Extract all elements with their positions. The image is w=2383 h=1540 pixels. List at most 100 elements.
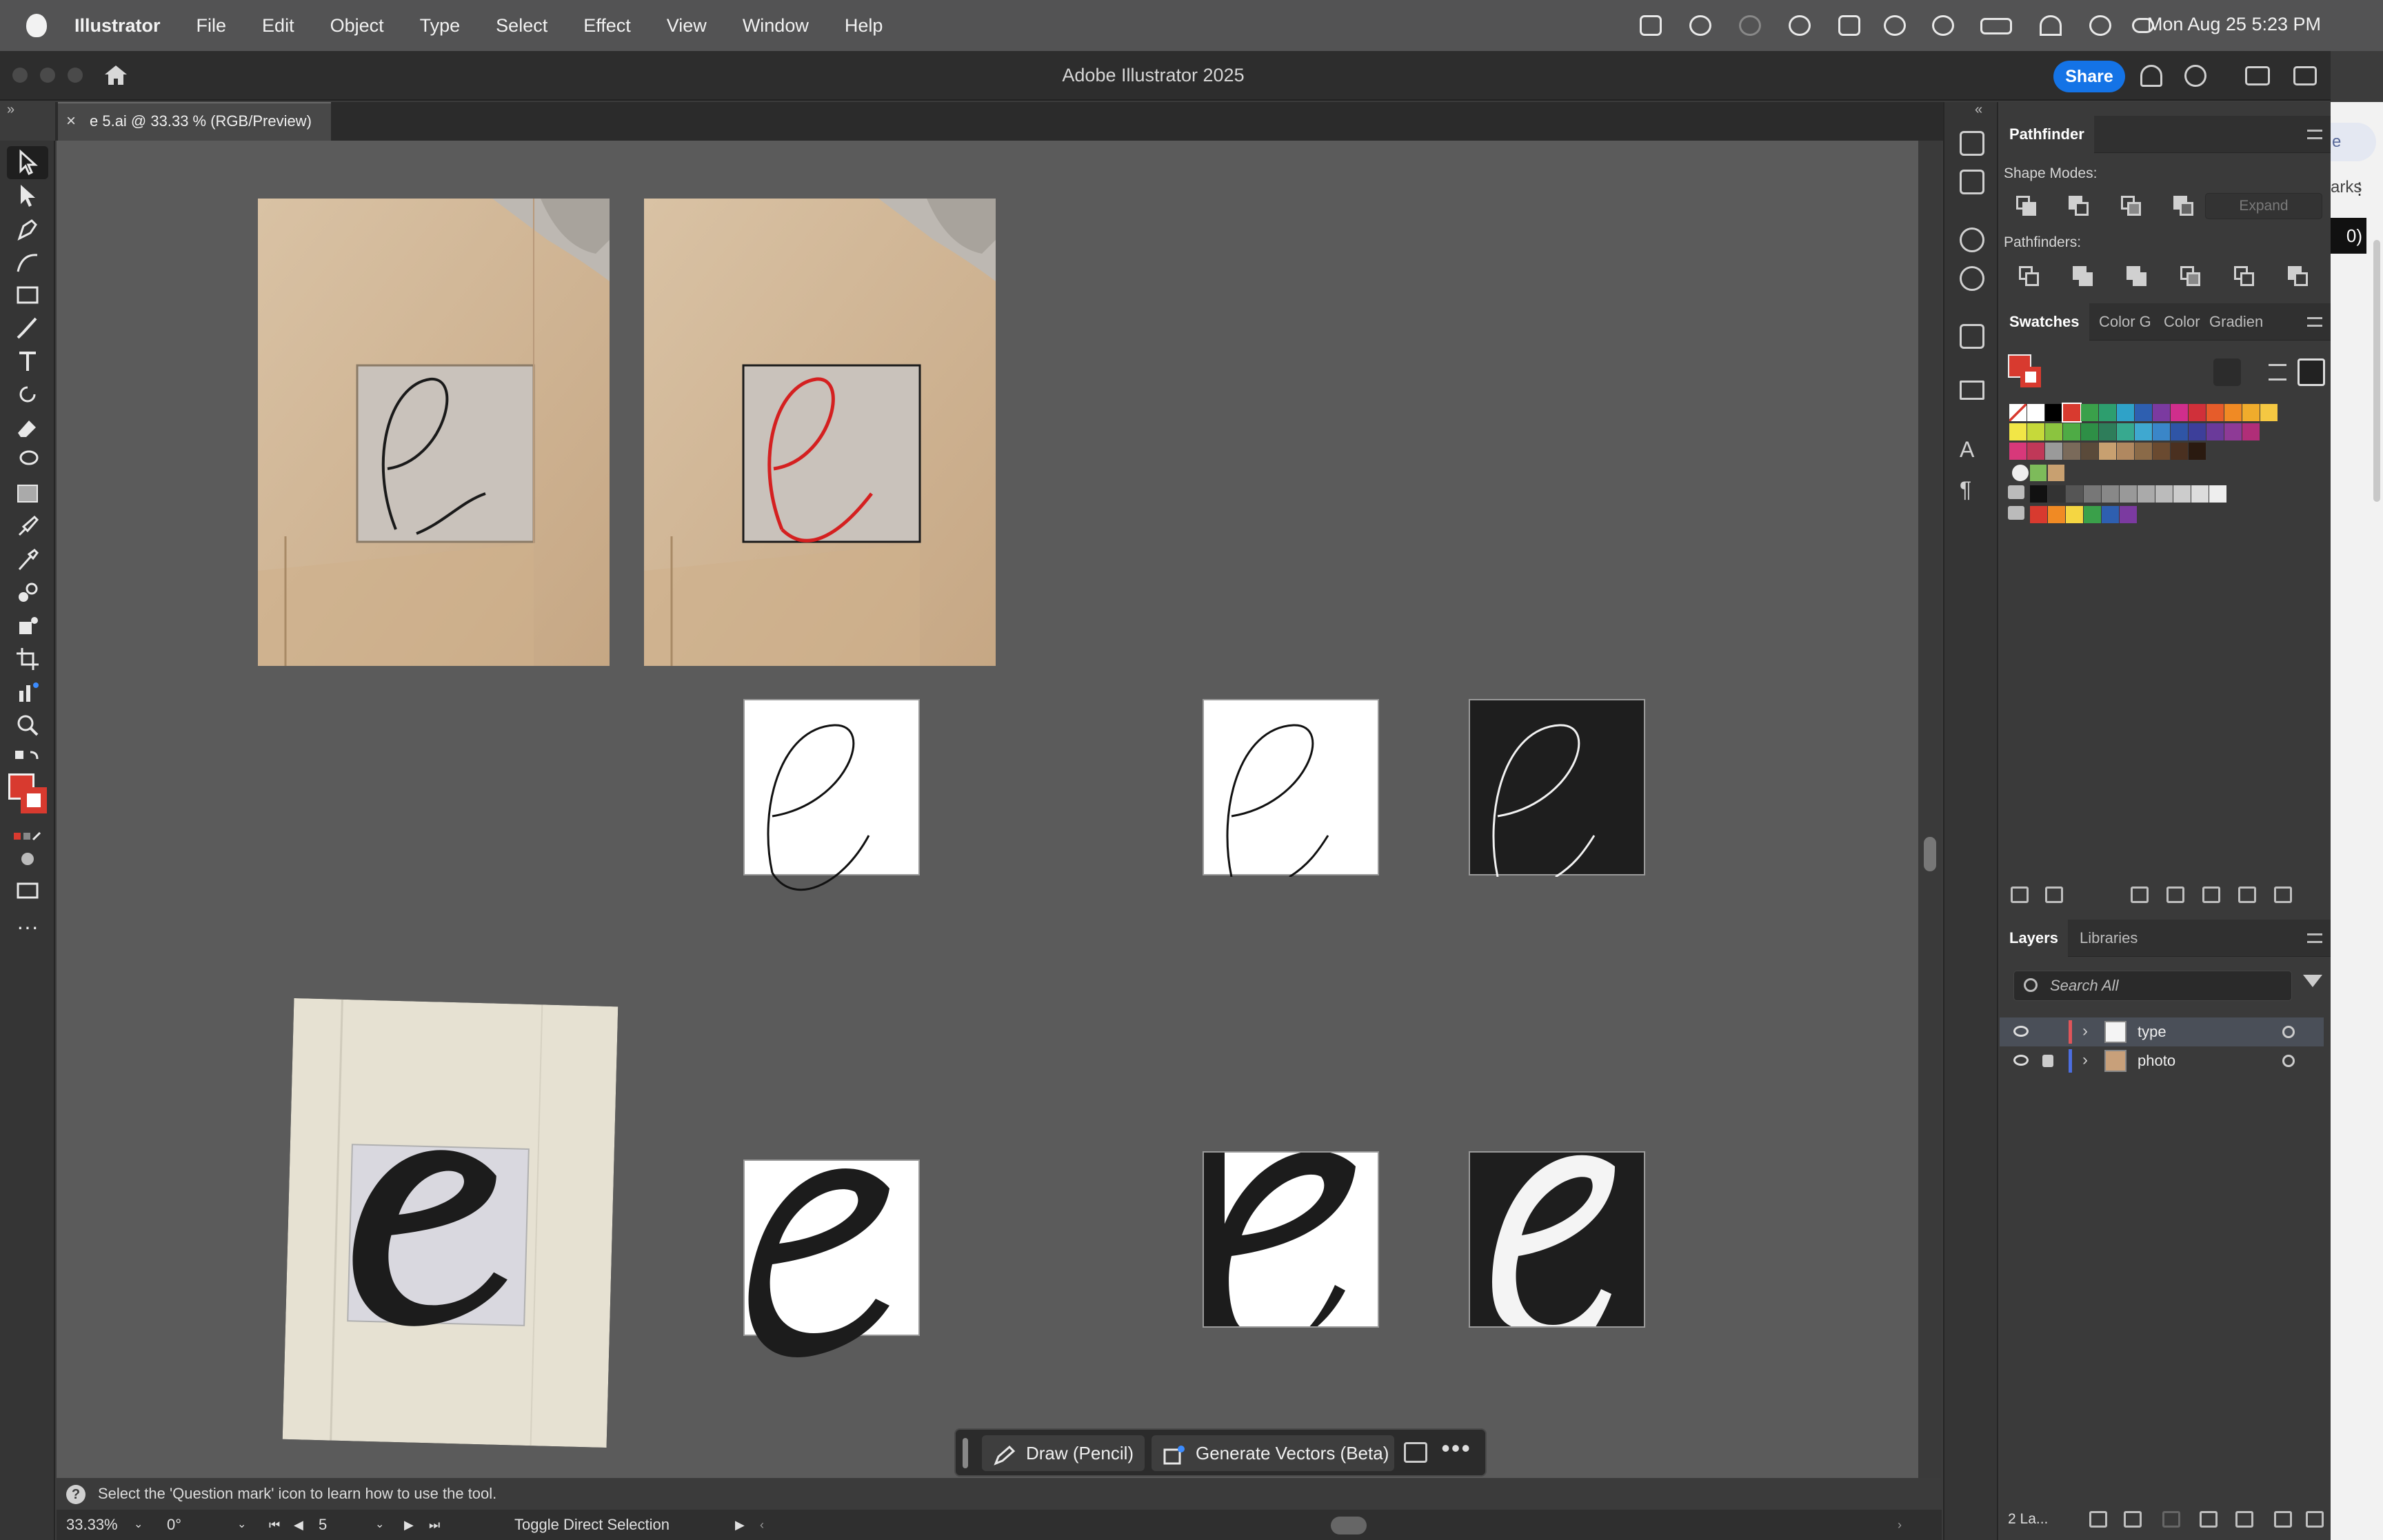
- tab-pathfinder[interactable]: Pathfinder: [2000, 116, 2094, 153]
- divide-icon[interactable]: [2019, 266, 2040, 287]
- color-swatch[interactable]: [2009, 443, 2027, 460]
- filled-e-artboard[interactable]: [743, 1159, 920, 1357]
- zoom-dropdown-icon[interactable]: ⌄: [134, 1514, 143, 1536]
- color-swatch[interactable]: [2206, 423, 2224, 440]
- last-artboard-icon[interactable]: ⏭: [429, 1514, 440, 1536]
- stroke-icon[interactable]: [1960, 381, 1984, 400]
- menu-help[interactable]: Help: [845, 15, 883, 37]
- delete-swatch-icon[interactable]: [2274, 886, 2292, 903]
- color-swatch[interactable]: [2030, 485, 2047, 503]
- crop-icon[interactable]: [2180, 266, 2201, 287]
- color-swatch[interactable]: [2135, 404, 2152, 421]
- pattern-swatch-2[interactable]: [2048, 465, 2064, 481]
- new-swatch-icon[interactable]: [2238, 886, 2256, 903]
- settings-icon[interactable]: [1404, 1442, 1427, 1463]
- color-swatch[interactable]: [2102, 485, 2119, 503]
- make-clipping-mask-icon[interactable]: [2162, 1511, 2180, 1528]
- collect-export-icon[interactable]: [2089, 1511, 2107, 1528]
- color-swatch[interactable]: [2171, 404, 2188, 421]
- next-artboard-icon[interactable]: ▶: [404, 1514, 414, 1536]
- play-icon[interactable]: [1932, 15, 1954, 36]
- intersect-icon[interactable]: [2121, 196, 2142, 216]
- color-swatch[interactable]: [2081, 404, 2098, 421]
- workspace-icon[interactable]: [2245, 66, 2270, 85]
- bell-icon[interactable]: [2140, 65, 2162, 87]
- type-tool-icon[interactable]: [14, 347, 41, 375]
- rotation-field[interactable]: 0°: [167, 1514, 181, 1536]
- symbol-sprayer-tool-icon[interactable]: [14, 612, 41, 640]
- menu-object[interactable]: Object: [330, 15, 384, 37]
- color-swatch[interactable]: [2242, 423, 2260, 440]
- tab-swatches[interactable]: Swatches: [2000, 303, 2089, 341]
- eyedropper-tool-icon[interactable]: [14, 546, 41, 574]
- color-swatch[interactable]: [2084, 485, 2101, 503]
- pattern-swatch[interactable]: [2030, 465, 2047, 481]
- creative-cloud-icon[interactable]: [1640, 15, 1662, 36]
- horizontal-scroll-thumb[interactable]: [1331, 1517, 1367, 1534]
- appearance-icon[interactable]: [1960, 227, 1984, 252]
- target-icon[interactable]: [2282, 1026, 2295, 1038]
- grid-view-icon[interactable]: [2297, 358, 2325, 386]
- minus-back-icon[interactable]: [2288, 266, 2309, 287]
- show-swatch-kinds-icon[interactable]: [2131, 886, 2149, 903]
- close-window-button[interactable]: [12, 68, 28, 83]
- create-new-layer-icon[interactable]: [2235, 1511, 2253, 1528]
- folder-icon[interactable]: [2008, 485, 2024, 499]
- screen-mode-icon[interactable]: [14, 877, 41, 904]
- photo-artboard-2[interactable]: [644, 199, 996, 666]
- first-artboard-icon[interactable]: ⏮: [269, 1514, 280, 1536]
- expand-button[interactable]: Expand: [2205, 193, 2322, 219]
- document-tab[interactable]: × e 5.ai @ 33.33 % (RGB/Preview): [58, 102, 331, 141]
- color-swatch[interactable]: [2066, 506, 2083, 523]
- minimize-window-button[interactable]: [40, 68, 55, 83]
- tab-libraries[interactable]: Libraries: [2070, 920, 2147, 957]
- color-swatch[interactable]: [2099, 404, 2116, 421]
- pen-tool-icon[interactable]: [14, 215, 41, 243]
- create-sublayer-icon[interactable]: [2200, 1511, 2218, 1528]
- more-options-icon[interactable]: •••: [1441, 1434, 1471, 1463]
- script-icon[interactable]: [1838, 15, 1860, 36]
- color-swatch[interactable]: [2153, 404, 2170, 421]
- spinner-icon[interactable]: [1739, 15, 1761, 36]
- outline-e-white-artboard[interactable]: [1203, 699, 1379, 878]
- direct-selection-tool-icon[interactable]: [14, 182, 41, 210]
- share-button[interactable]: Share: [2053, 61, 2125, 92]
- panel-menu-icon[interactable]: [2307, 130, 2322, 139]
- tab-color-guide[interactable]: Color G: [2089, 303, 2161, 341]
- sync-icon[interactable]: [1689, 15, 1711, 36]
- filter-icon[interactable]: [2303, 975, 2322, 987]
- lasso-tool-icon[interactable]: [14, 447, 41, 474]
- selection-tool-icon[interactable]: [14, 149, 41, 176]
- rotate-tool-icon[interactable]: [14, 381, 41, 408]
- panel-resize-icon[interactable]: [2306, 1511, 2324, 1528]
- trim-icon[interactable]: [2073, 266, 2093, 287]
- color-swatch[interactable]: [2135, 423, 2152, 440]
- color-swatch[interactable]: [2224, 404, 2242, 421]
- color-swatch[interactable]: [2045, 404, 2062, 421]
- canvas[interactable]: [57, 141, 1918, 1478]
- color-swatch[interactable]: [2063, 423, 2080, 440]
- scroll-right-icon[interactable]: ›: [1898, 1514, 1902, 1536]
- artboard-tool-icon[interactable]: [14, 645, 41, 673]
- zoom-field[interactable]: 33.33%: [66, 1514, 118, 1536]
- color-swatch[interactable]: [2027, 443, 2044, 460]
- color-swatch[interactable]: [2171, 423, 2188, 440]
- search-icon[interactable]: [2184, 65, 2206, 87]
- swap-colors-icon[interactable]: [14, 744, 41, 765]
- color-swatch[interactable]: [2224, 423, 2242, 440]
- airdrop-icon[interactable]: [1884, 15, 1906, 36]
- layer-row[interactable]: › photo: [2000, 1046, 2324, 1075]
- app-menu[interactable]: Illustrator: [74, 15, 161, 37]
- draw-pencil-button[interactable]: Draw (Pencil): [982, 1435, 1145, 1471]
- status-menu-icon[interactable]: ▶: [735, 1514, 745, 1536]
- color-swatch[interactable]: [2062, 403, 2082, 423]
- color-swatch[interactable]: [2063, 443, 2080, 460]
- layers-search-input[interactable]: Search All: [2013, 971, 2292, 1001]
- menu-effect[interactable]: Effect: [583, 15, 631, 37]
- color-swatch[interactable]: [2117, 423, 2134, 440]
- color-swatch[interactable]: [2153, 443, 2170, 460]
- color-swatch[interactable]: [2206, 404, 2224, 421]
- color-swatch[interactable]: [2120, 506, 2137, 523]
- new-color-group-icon[interactable]: [2202, 886, 2220, 903]
- color-swatch[interactable]: [2135, 443, 2152, 460]
